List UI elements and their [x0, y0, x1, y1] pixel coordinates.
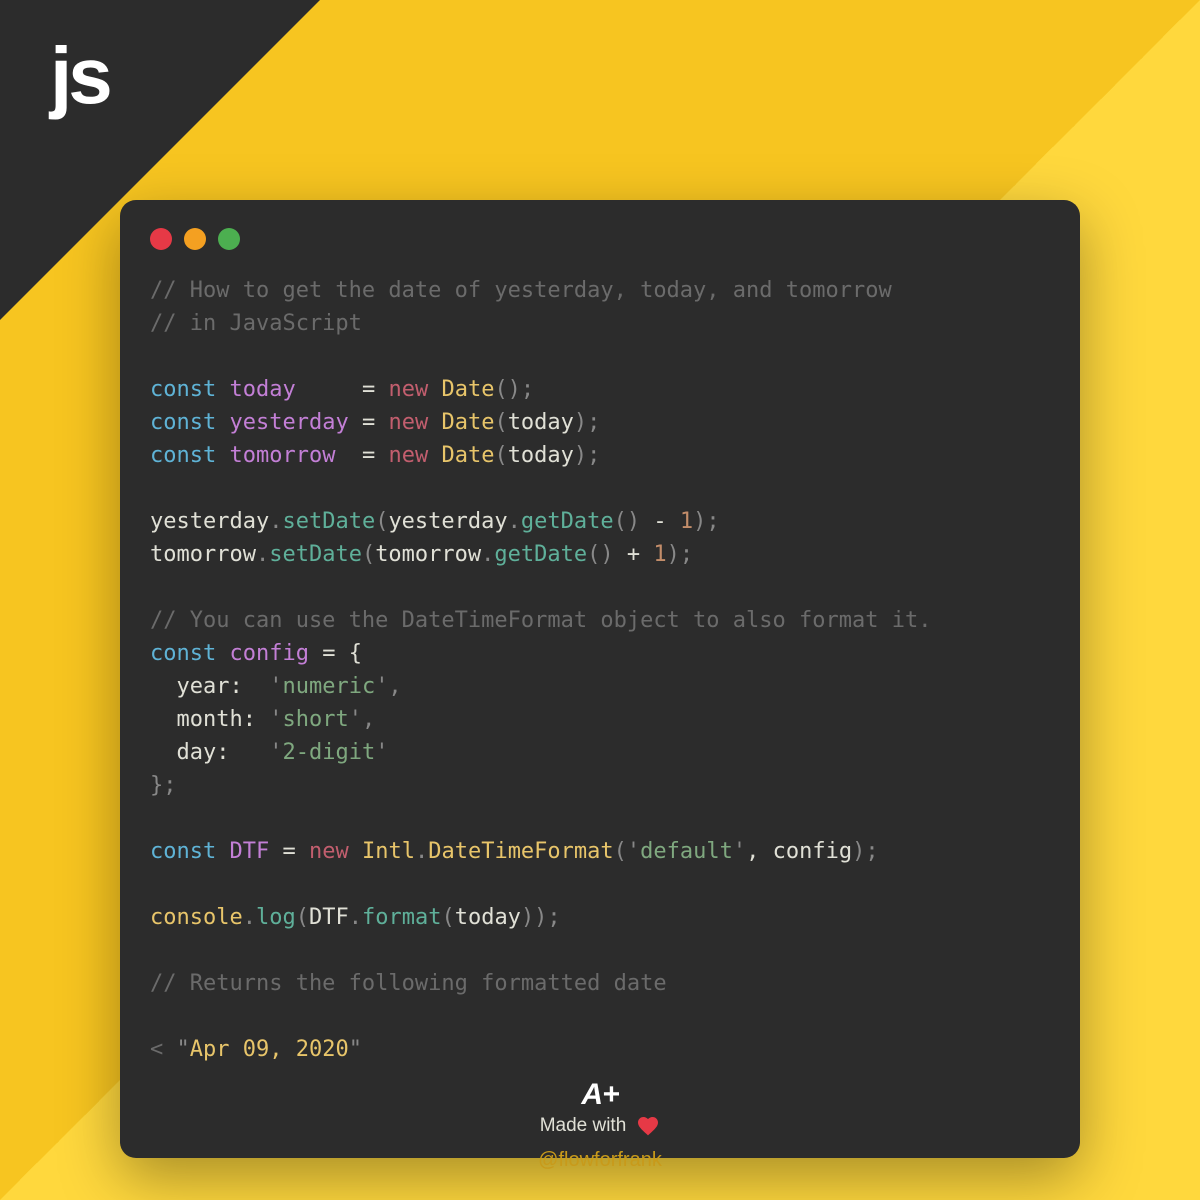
made-with-label: Made with: [540, 1114, 661, 1138]
author-handle: @flowforfrank: [0, 1149, 1200, 1172]
output-value: Apr 09, 2020: [190, 1037, 349, 1062]
code-block: // How to get the date of yesterday, tod…: [150, 274, 1050, 1066]
js-logo: js: [50, 30, 109, 122]
corner-triangle: [0, 0, 320, 320]
code-comment: // Returns the following formatted date: [150, 971, 667, 996]
output-arrow-icon: <: [150, 1037, 177, 1062]
code-editor-window: // How to get the date of yesterday, tod…: [120, 200, 1080, 1158]
heart-icon: [636, 1114, 660, 1138]
code-comment: // You can use the DateTimeFormat object…: [150, 608, 931, 633]
aplus-logo: A+: [150, 1078, 1050, 1112]
editor-footer: A+ Made with: [150, 1078, 1050, 1138]
